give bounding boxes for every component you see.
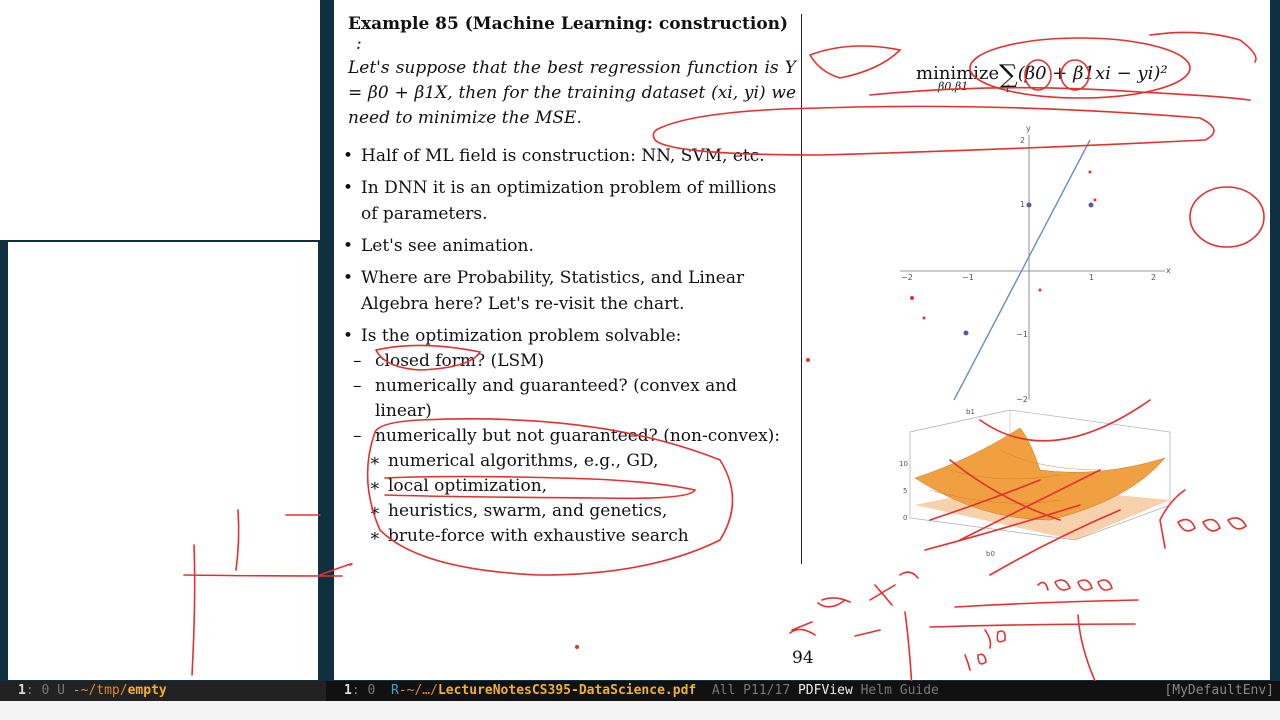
subsub-item: ∗ numerical algorithms, e.g., GD, — [369, 451, 659, 471]
page-number: 94 — [792, 648, 814, 668]
example-title: Example 85 (Machine Learning: constructi… — [348, 14, 789, 34]
modeline-left: 1: 0 U -~/tmp/empty — [0, 681, 326, 701]
subsub-item: ∗ brute-force with exhaustive search — [369, 526, 689, 546]
bullet-item: Half of ML field is construction: NN, SV… — [343, 143, 796, 169]
column-divider — [801, 14, 802, 564]
modeline-right: 1: 0 R-~/…/LectureNotesCS395-DataScience… — [326, 681, 1280, 701]
subsub-item: ∗ local optimization, — [369, 476, 548, 496]
bullet-item: In DNN it is an optimization problem of … — [343, 175, 796, 227]
bullet-item: Is the optimization problem solvable: — [343, 323, 796, 349]
mse-formula: minimize∑(β0 + β1xi − yi)² β0,β1 i — [916, 60, 1168, 95]
example-heading: Example 85 (Machine Learning: constructi… — [348, 14, 796, 54]
minibuffer[interactable] — [0, 701, 1280, 720]
bullet-item: Let's see animation. — [343, 233, 796, 259]
example-body: Let's suppose that the best regression f… — [348, 58, 796, 128]
bullet-list: Half of ML field is construction: NN, SV… — [343, 143, 796, 349]
bullet-item: Where are Probability, Statistics, and L… — [343, 265, 796, 317]
sub-list: – closed form? (LSM) – numerically and gua… — [348, 349, 796, 549]
left-window-top[interactable] — [0, 0, 320, 240]
subsub-item: ∗ heuristics, swarm, and genetics, — [369, 501, 668, 521]
sub-item: – numerically but not guaranteed? (non-co… — [353, 426, 781, 446]
sub-item: – numerically and guaranteed? (convex and… — [353, 376, 738, 421]
example-colon: : — [356, 34, 362, 54]
sub-item: – closed form? (LSM) — [353, 351, 545, 371]
left-window-buffer[interactable] — [8, 242, 318, 680]
pdf-filename: LectureNotesCS395-DataScience.pdf — [437, 683, 697, 698]
pdf-text-column: Example 85 (Machine Learning: constructi… — [343, 14, 796, 549]
